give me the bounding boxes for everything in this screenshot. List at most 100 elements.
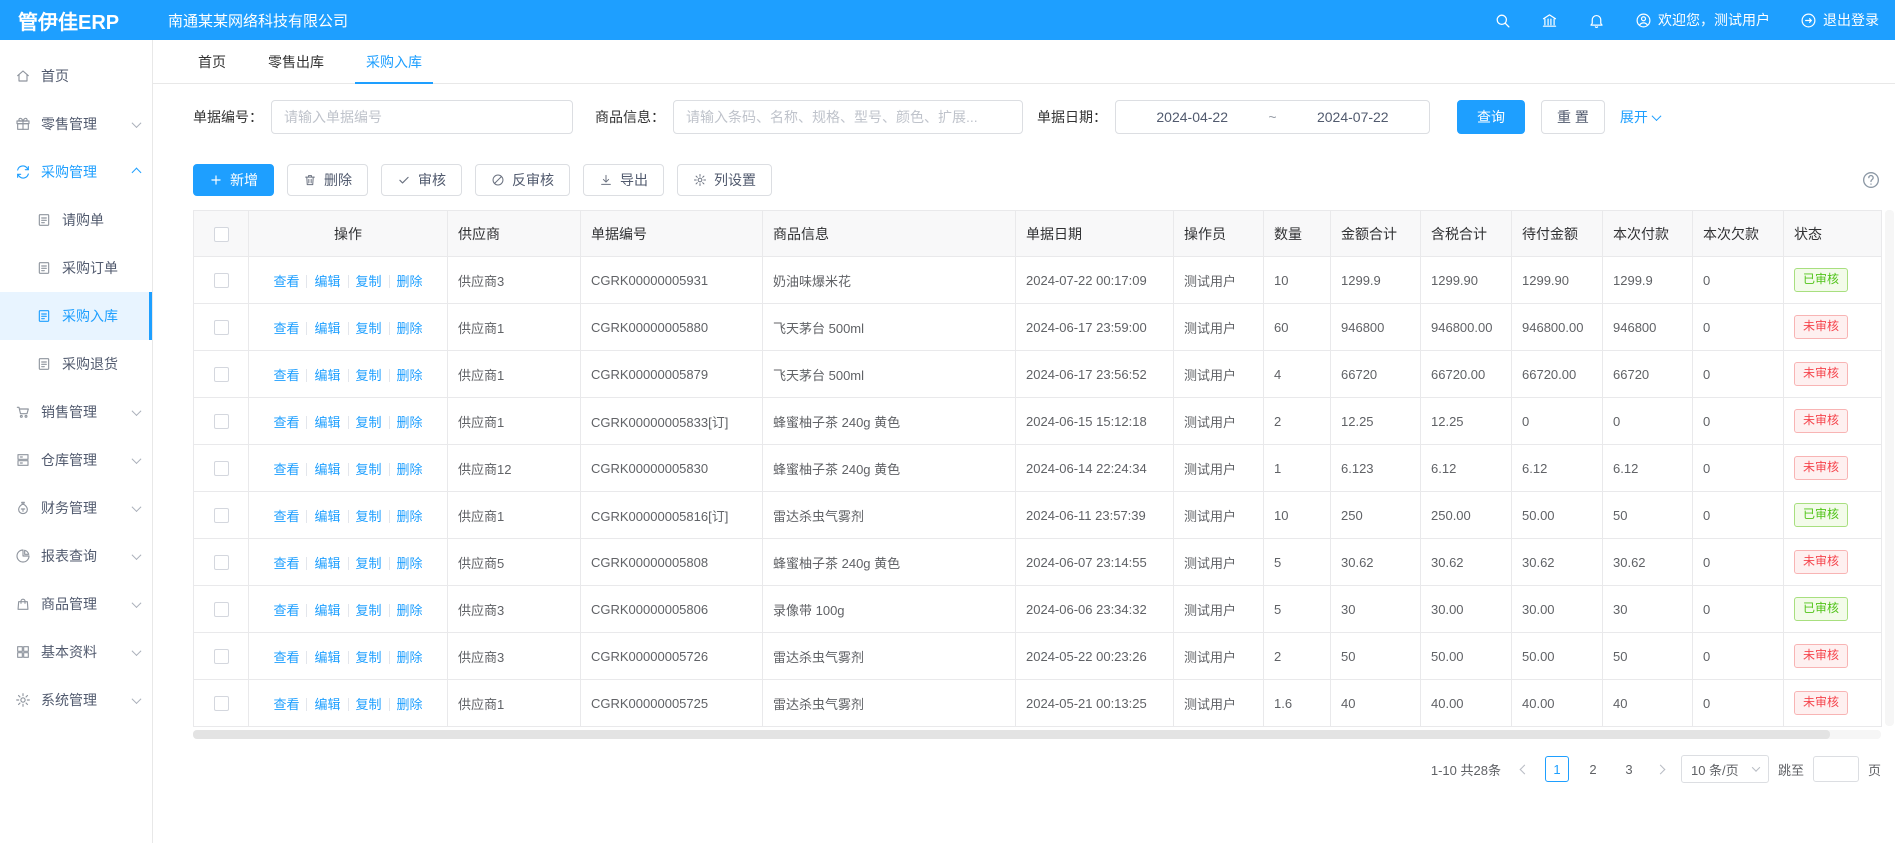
jump-page-input[interactable]: [1813, 756, 1859, 782]
edit-link[interactable]: 编辑: [314, 650, 340, 665]
copy-link[interactable]: 复制: [356, 274, 382, 289]
row-checkbox[interactable]: [214, 414, 229, 429]
sidebar-item[interactable]: 采购管理: [0, 148, 152, 196]
sidebar-item[interactable]: 基本资料: [0, 628, 152, 676]
next-page-button[interactable]: [1650, 756, 1672, 782]
edit-link[interactable]: 编辑: [314, 321, 340, 336]
view-link[interactable]: 查看: [273, 603, 299, 618]
copy-link[interactable]: 复制: [356, 321, 382, 336]
edit-link[interactable]: 编辑: [314, 415, 340, 430]
sidebar-item[interactable]: 采购入库: [0, 292, 152, 340]
tab[interactable]: 首页: [177, 40, 247, 83]
row-checkbox[interactable]: [214, 508, 229, 523]
copy-link[interactable]: 复制: [356, 462, 382, 477]
delete-link[interactable]: 删除: [397, 415, 423, 430]
view-link[interactable]: 查看: [273, 650, 299, 665]
page-number[interactable]: 1: [1545, 756, 1569, 782]
date-to[interactable]: 2024-07-22: [1317, 109, 1389, 125]
row-checkbox[interactable]: [214, 320, 229, 335]
edit-link[interactable]: 编辑: [314, 368, 340, 383]
copy-link[interactable]: 复制: [356, 368, 382, 383]
delete-link[interactable]: 删除: [397, 697, 423, 712]
row-checkbox[interactable]: [214, 649, 229, 664]
sidebar-item[interactable]: 零售管理: [0, 100, 152, 148]
row-checkbox[interactable]: [214, 555, 229, 570]
sidebar-item[interactable]: 商品管理: [0, 580, 152, 628]
sidebar-item[interactable]: 系统管理: [0, 676, 152, 724]
view-link[interactable]: 查看: [273, 462, 299, 477]
sidebar-item[interactable]: 财务管理: [0, 484, 152, 532]
filter-bar: 单据编号： 商品信息： 单据日期： 2024-04-22 ~ 2024-07-2…: [193, 100, 1881, 134]
horizontal-scrollbar[interactable]: [193, 730, 1881, 739]
help-button[interactable]: [1861, 170, 1881, 190]
view-link[interactable]: 查看: [273, 368, 299, 383]
delete-link[interactable]: 删除: [397, 603, 423, 618]
sidebar-item[interactable]: 首页: [0, 52, 152, 100]
page-size-select[interactable]: 10 条/页: [1681, 755, 1769, 783]
page-number[interactable]: 3: [1617, 756, 1641, 782]
edit-link[interactable]: 编辑: [314, 462, 340, 477]
sidebar-item[interactable]: 请购单: [0, 196, 152, 244]
toolbar-button[interactable]: 删除: [287, 164, 368, 196]
expand-link[interactable]: 展开: [1620, 107, 1660, 127]
logout-button[interactable]: 退出登录: [1800, 10, 1879, 30]
bill-no-input[interactable]: [271, 100, 573, 134]
page-number[interactable]: 2: [1581, 756, 1605, 782]
search-button[interactable]: 查询: [1457, 100, 1525, 134]
search-icon[interactable]: [1494, 12, 1511, 29]
row-checkbox[interactable]: [214, 273, 229, 288]
reset-button[interactable]: 重 置: [1541, 100, 1605, 134]
delete-link[interactable]: 删除: [397, 368, 423, 383]
copy-link[interactable]: 复制: [356, 415, 382, 430]
copy-link[interactable]: 复制: [356, 509, 382, 524]
sidebar-item[interactable]: 仓库管理: [0, 436, 152, 484]
copy-link[interactable]: 复制: [356, 697, 382, 712]
row-checkbox[interactable]: [214, 696, 229, 711]
delete-link[interactable]: 删除: [397, 321, 423, 336]
select-all-checkbox[interactable]: [214, 227, 229, 242]
toolbar-button[interactable]: 列设置: [677, 164, 772, 196]
toolbar-button[interactable]: 审核: [381, 164, 462, 196]
sidebar-item[interactable]: 销售管理: [0, 388, 152, 436]
prev-page-button[interactable]: [1514, 756, 1536, 782]
view-link[interactable]: 查看: [273, 697, 299, 712]
sidebar-item[interactable]: 采购订单: [0, 244, 152, 292]
user-menu[interactable]: 欢迎您，测试用户: [1635, 10, 1770, 30]
view-link[interactable]: 查看: [273, 274, 299, 289]
delete-link[interactable]: 删除: [397, 509, 423, 524]
tab[interactable]: 采购入库: [345, 40, 443, 83]
edit-link[interactable]: 编辑: [314, 603, 340, 618]
edit-link[interactable]: 编辑: [314, 274, 340, 289]
edit-link[interactable]: 编辑: [314, 556, 340, 571]
scrollbar-thumb[interactable]: [193, 730, 1830, 739]
delete-link[interactable]: 删除: [397, 650, 423, 665]
copy-link[interactable]: 复制: [356, 603, 382, 618]
paid-cell: 50: [1603, 492, 1693, 539]
edit-link[interactable]: 编辑: [314, 697, 340, 712]
copy-link[interactable]: 复制: [356, 556, 382, 571]
toolbar-button[interactable]: 导出: [583, 164, 664, 196]
delete-link[interactable]: 删除: [397, 462, 423, 477]
delete-link[interactable]: 删除: [397, 556, 423, 571]
sidebar-item[interactable]: 采购退货: [0, 340, 152, 388]
sidebar-item[interactable]: 报表查询: [0, 532, 152, 580]
bank-icon[interactable]: [1541, 12, 1558, 29]
edit-link[interactable]: 编辑: [314, 509, 340, 524]
view-link[interactable]: 查看: [273, 321, 299, 336]
toolbar-button[interactable]: 新增: [193, 164, 274, 196]
date-range-picker[interactable]: 2024-04-22 ~ 2024-07-22: [1115, 100, 1430, 134]
toolbar-button[interactable]: 反审核: [475, 164, 570, 196]
product-input[interactable]: [673, 100, 1023, 134]
view-link[interactable]: 查看: [273, 509, 299, 524]
view-link[interactable]: 查看: [273, 556, 299, 571]
view-link[interactable]: 查看: [273, 415, 299, 430]
delete-link[interactable]: 删除: [397, 274, 423, 289]
row-checkbox[interactable]: [214, 602, 229, 617]
tab[interactable]: 零售出库: [247, 40, 345, 83]
date-from[interactable]: 2024-04-22: [1156, 109, 1228, 125]
row-checkbox[interactable]: [214, 367, 229, 382]
vertical-scrollbar[interactable]: [1885, 210, 1894, 726]
copy-link[interactable]: 复制: [356, 650, 382, 665]
row-checkbox[interactable]: [214, 461, 229, 476]
bell-icon[interactable]: [1588, 12, 1605, 29]
